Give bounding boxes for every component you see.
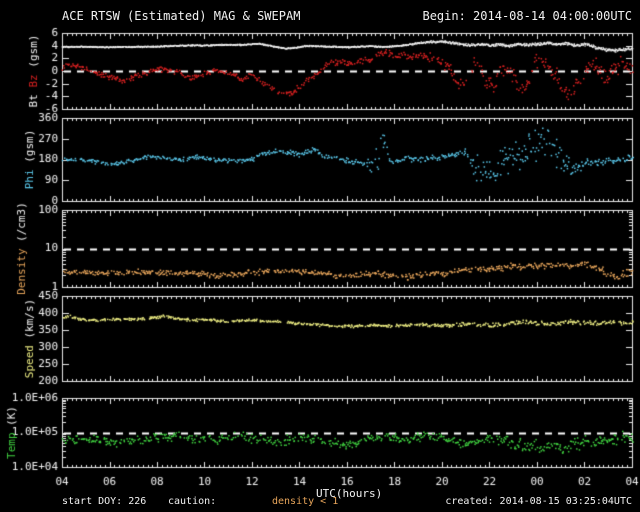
caution-label: caution: bbox=[168, 496, 217, 507]
created-timestamp: created: 2014-08-15 03:25:04UTC bbox=[445, 496, 632, 507]
begin-timestamp: Begin: 2014-08-14 04:00:00UTC bbox=[422, 9, 632, 23]
ace-rtsw-figure: ACE RTSW (Estimated) MAG & SWEPAM Begin:… bbox=[0, 0, 640, 512]
start-doy-label: start DOY: 226 bbox=[62, 496, 147, 507]
chart-canvas bbox=[0, 0, 640, 512]
page-title: ACE RTSW (Estimated) MAG & SWEPAM bbox=[62, 9, 301, 23]
density-warning-label: density < 1 bbox=[272, 496, 339, 507]
